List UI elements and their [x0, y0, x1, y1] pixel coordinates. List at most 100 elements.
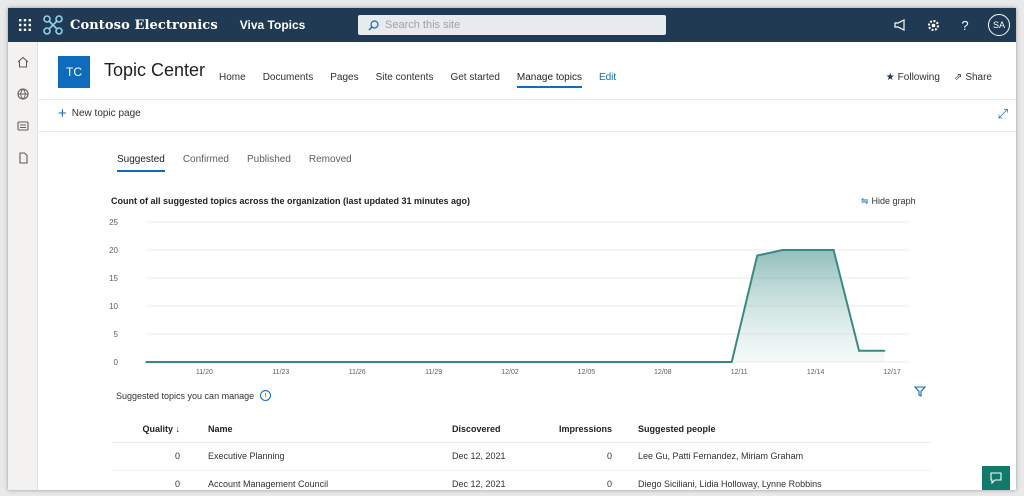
gear-icon[interactable] — [924, 16, 942, 34]
app-name[interactable]: Viva Topics — [240, 18, 306, 32]
table-header-row: Quality ↓ Name Discovered Impressions Su… — [111, 416, 931, 443]
tab-suggested[interactable]: Suggested — [117, 154, 165, 172]
topics-table: Quality ↓ Name Discovered Impressions Su… — [111, 416, 931, 490]
following-button[interactable]: ★ Following — [886, 72, 940, 83]
info-icon[interactable]: i — [260, 390, 272, 401]
left-rail — [8, 42, 38, 490]
plus-icon: + — [58, 104, 67, 122]
command-bar: + New topic page ⤢ — [38, 100, 1016, 132]
nav-item-pages[interactable]: Pages — [330, 72, 358, 88]
cell-name[interactable]: Executive Planning — [208, 442, 452, 471]
nav-item-home[interactable]: Home — [219, 72, 246, 88]
table-row[interactable]: 0 Executive Planning Dec 12, 2021 0 Lee … — [111, 442, 931, 471]
avatar[interactable]: SA — [988, 14, 1010, 36]
megaphone-icon[interactable] — [892, 16, 910, 34]
tab-published[interactable]: Published — [247, 154, 291, 172]
data-point — [730, 361, 733, 363]
nav-item-site-contents[interactable]: Site contents — [376, 72, 434, 88]
main-content: Suggested Confirmed Published Removed Co… — [38, 132, 1016, 490]
y-tick-label: 10 — [109, 302, 118, 311]
globe-icon[interactable] — [8, 78, 38, 110]
star-icon: ★ — [885, 72, 895, 83]
cell-suggested-people: Diego Siciliani, Lidia Holloway, Lynne R… — [638, 470, 931, 490]
topic-tabs: Suggested Confirmed Published Removed — [117, 154, 370, 172]
x-tick-label: 11/29 — [425, 369, 442, 376]
x-tick-label: 12/14 — [807, 369, 825, 376]
hide-graph-label: Hide graph — [871, 196, 916, 206]
cell-discovered: Dec 12, 2021 — [452, 442, 546, 471]
filter-icon[interactable] — [913, 386, 927, 400]
suggested-topics-chart: 0 5 10 15 20 25 11/20 11/23 11/26 11/29 12/02 12/05… — [109, 218, 910, 376]
section-title-text: Suggested topics you can manage — [116, 390, 255, 401]
data-point — [781, 249, 784, 251]
search-box[interactable] — [358, 15, 666, 35]
home-icon[interactable] — [8, 46, 38, 78]
tab-confirmed[interactable]: Confirmed — [183, 154, 229, 172]
data-point — [756, 254, 758, 257]
cell-impressions: 0 — [546, 470, 638, 490]
new-topic-page-button[interactable]: + New topic page — [58, 104, 141, 122]
data-point — [832, 249, 835, 251]
table-row[interactable]: 0 Account Management Council Dec 12, 202… — [111, 470, 931, 490]
app-launcher-icon[interactable] — [8, 8, 42, 42]
section-title: Suggested topics you can manage i — [116, 390, 272, 401]
site-title[interactable]: Topic Center — [104, 60, 205, 81]
y-tick-label: 0 — [114, 358, 119, 367]
data-point — [883, 350, 886, 352]
cell-impressions: 0 — [546, 442, 638, 471]
following-label: Following — [897, 72, 940, 83]
share-button[interactable]: ⇗ Share — [954, 72, 992, 83]
news-icon[interactable] — [8, 110, 38, 142]
x-tick-label: 11/26 — [349, 369, 366, 376]
share-icon: ⇗ — [953, 72, 963, 83]
hide-graph-button[interactable]: ⇋ Hide graph — [861, 196, 916, 207]
suite-bar: Contoso Electronics Viva Topics ? SA — [8, 8, 1016, 42]
column-header-quality[interactable]: Quality ↓ — [111, 416, 208, 443]
data-point — [145, 361, 147, 363]
data-point — [858, 350, 860, 352]
site-header: TC Topic Center Home Documents Pages Sit… — [38, 42, 1016, 100]
chat-icon — [990, 472, 1002, 484]
x-tick-label: 12/02 — [501, 369, 519, 376]
x-tick-label: 12/08 — [654, 369, 672, 376]
cell-quality: 0 — [111, 442, 208, 471]
nav-edit-link[interactable]: Edit — [599, 72, 616, 88]
column-header-discovered[interactable]: Discovered — [452, 416, 546, 443]
cell-discovered: Dec 12, 2021 — [452, 470, 546, 490]
document-icon[interactable] — [8, 142, 38, 174]
search-input[interactable] — [385, 19, 645, 31]
hide-graph-icon: ⇋ — [861, 196, 869, 206]
help-icon[interactable]: ? — [956, 16, 974, 34]
x-tick-label: 11/23 — [272, 369, 289, 376]
chat-button[interactable] — [982, 466, 1010, 490]
x-tick-label: 12/11 — [731, 369, 748, 376]
nav-item-manage-topics[interactable]: Manage topics — [516, 72, 582, 88]
search-icon — [368, 19, 379, 30]
x-tick-label: 12/05 — [578, 369, 596, 376]
column-header-impressions[interactable]: Impressions — [546, 416, 638, 443]
chart-title: Count of all suggested topics across the… — [111, 196, 471, 206]
site-nav: Home Documents Pages Site contents Get s… — [219, 72, 633, 88]
brand[interactable]: Contoso Electronics — [42, 14, 218, 36]
contoso-logo-icon — [43, 15, 63, 35]
column-header-suggested-people[interactable]: Suggested people — [638, 416, 931, 443]
browser-frame: Contoso Electronics Viva Topics ? SA — [8, 8, 1016, 490]
nav-item-get-started[interactable]: Get started — [450, 72, 499, 88]
x-tick-label: 11/20 — [196, 369, 213, 376]
site-logo[interactable]: TC — [58, 56, 90, 88]
y-tick-label: 5 — [114, 330, 119, 339]
column-header-name[interactable]: Name — [208, 416, 452, 443]
new-topic-page-label: New topic page — [71, 108, 141, 119]
y-tick-label: 20 — [109, 246, 118, 255]
expand-icon[interactable]: ⤢ — [998, 106, 1008, 122]
cell-name[interactable]: Account Management Council — [208, 470, 452, 490]
y-tick-label: 15 — [109, 274, 118, 283]
brand-name: Contoso Electronics — [70, 17, 218, 33]
share-label: Share — [965, 72, 992, 83]
x-tick-label: 12/17 — [883, 369, 901, 376]
cell-quality: 0 — [111, 470, 208, 490]
nav-item-documents[interactable]: Documents — [263, 72, 314, 88]
cell-suggested-people: Lee Gu, Patti Fernandez, Miriam Graham — [638, 442, 931, 471]
tab-removed[interactable]: Removed — [309, 154, 352, 172]
y-tick-label: 25 — [109, 218, 118, 227]
